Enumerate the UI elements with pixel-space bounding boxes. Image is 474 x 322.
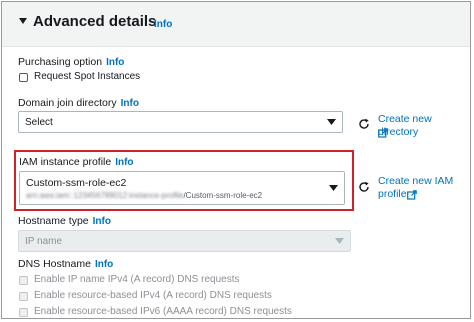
dns-option-checkbox[interactable] [19,276,28,285]
section-title: Advanced details [33,13,157,30]
create-iam-profile-link-line2[interactable]: profile [378,188,407,201]
dns-option-label: Enable IP name IPv4 (A record) DNS reque… [34,274,240,285]
iam-profile-label: IAM instance profile Info [19,156,134,168]
iam-profile-arn: arn:aws:iam::123456789012:instance-profi… [26,191,262,200]
hostname-type-select[interactable]: IP name [18,230,351,252]
iam-arn-redacted: arn:aws:iam::123456789012:instance-profi… [26,191,184,200]
dns-option-checkbox[interactable] [19,292,28,301]
iam-info-link[interactable]: Info [115,157,133,168]
dns-hostname-label: DNS Hostname Info [18,258,113,270]
hostname-type-label: Hostname type Info [18,215,111,227]
hostname-type-text: Hostname type [18,215,89,227]
advanced-details-panel: Advanced details Info Purchasing option I… [1,1,471,319]
create-iam-profile-link[interactable]: Create new IAM [378,175,453,188]
external-link-icon[interactable] [407,190,417,200]
section-info-link[interactable]: Info [154,19,172,30]
dns-hostname-text: DNS Hostname [18,258,91,270]
external-link-icon[interactable] [378,128,388,138]
caret-down-icon[interactable] [18,16,28,26]
dns-option-label: Enable resource-based IPv4 (A record) DN… [34,290,272,301]
hostname-select-value: IP name [25,236,63,247]
caret-down-icon [327,119,336,125]
purchasing-option-label: Purchasing option Info [18,56,124,68]
refresh-icon[interactable] [358,181,370,193]
domain-join-select[interactable]: Select [18,111,343,133]
domain-info-link[interactable]: Info [121,98,139,109]
iam-profile-text: IAM instance profile [19,156,112,168]
dns-option-checkbox[interactable] [19,308,28,317]
refresh-icon[interactable] [358,118,370,130]
iam-profile-select[interactable]: Custom-ssm-role-ec2 arn:aws:iam::1234567… [19,171,345,205]
iam-profile-value: Custom-ssm-role-ec2 [26,177,127,189]
caret-down-icon [335,238,344,244]
spot-instances-label: Request Spot Instances [34,71,141,82]
dns-option-label: Enable resource-based IPv6 (AAAA record)… [34,306,292,317]
domain-join-label: Domain join directory Info [18,97,139,109]
hostname-info-link[interactable]: Info [93,216,111,227]
iam-arn-suffix: /Custom-ssm-role-ec2 [183,191,263,200]
create-directory-link[interactable]: Create new directory [378,113,470,139]
section-header[interactable]: Advanced details Info [2,2,470,47]
purchasing-info-link[interactable]: Info [106,57,124,68]
caret-down-icon [329,185,338,191]
dns-info-link[interactable]: Info [95,259,113,270]
domain-join-text: Domain join directory [18,97,117,109]
domain-select-value: Select [25,117,53,128]
spot-instances-checkbox[interactable] [19,73,28,82]
purchasing-option-text: Purchasing option [18,56,103,68]
